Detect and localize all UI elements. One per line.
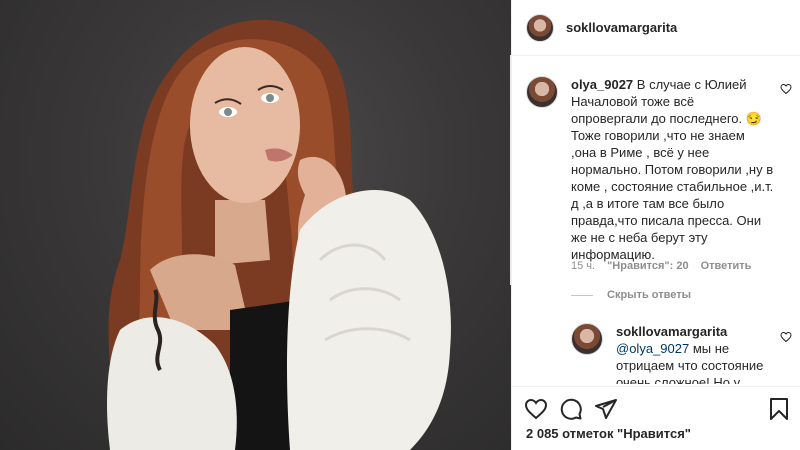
- post-side-panel: sokllovamargarita olya_9027 В случае с Ю…: [511, 0, 800, 450]
- reply-mention[interactable]: @olya_9027: [616, 341, 689, 356]
- comment-icon[interactable]: [559, 397, 583, 421]
- hide-replies-button[interactable]: Скрыть ответы: [571, 289, 691, 301]
- comment-line: В случае с Юлией: [636, 77, 747, 92]
- action-bar: [512, 386, 800, 426]
- comment-time[interactable]: 15 ч.: [571, 260, 595, 272]
- post-header: sokllovamargarita: [512, 0, 800, 56]
- bookmark-icon[interactable]: [767, 397, 791, 421]
- commenter-avatar[interactable]: [526, 76, 558, 108]
- author-username[interactable]: sokllovamargarita: [566, 20, 677, 35]
- comment-line: коме , состояние стабильное ,и.т.: [571, 179, 774, 194]
- likes-count[interactable]: 2 085 отметок "Нравится": [526, 426, 691, 441]
- comment-line: опровергали до последнего. 😏: [571, 111, 762, 126]
- comments-list: olya_9027 В случае с Юлией Началовой тож…: [512, 57, 800, 384]
- share-icon[interactable]: [594, 397, 618, 421]
- comment-item: olya_9027 В случае с Юлией Началовой тож…: [526, 76, 791, 263]
- reply-line: очень сложное! Но у: [616, 375, 741, 384]
- comment-line: д ,а в итоге там все было: [571, 196, 725, 211]
- hide-replies-label: Скрыть ответы: [607, 289, 691, 301]
- comment-line: нормально. Потом говорили ,ну в: [571, 162, 774, 177]
- heart-icon[interactable]: [524, 397, 548, 421]
- reply-author-username[interactable]: sokllovamargarita: [616, 324, 727, 339]
- reply-line: мы не: [689, 341, 730, 356]
- comment-line: ,она в Риме , всё у нее: [571, 145, 710, 160]
- comment-likes[interactable]: "Нравится": 20: [607, 260, 688, 272]
- author-avatar[interactable]: [526, 13, 554, 42]
- reply-like-icon[interactable]: [780, 331, 792, 343]
- commenter-username[interactable]: olya_9027: [571, 77, 637, 92]
- reply-text: sokllovamargarita @olya_9027 мы не отриц…: [616, 323, 781, 384]
- comment-line: же не с неба берут эту: [571, 230, 708, 245]
- comment-like-icon[interactable]: [780, 83, 792, 95]
- comment-line: Началовой тоже всё: [571, 94, 695, 109]
- portrait-illustration: [107, 19, 451, 450]
- reply-button[interactable]: Ответить: [701, 260, 752, 272]
- post-photo[interactable]: [0, 0, 511, 450]
- comment-text: olya_9027 В случае с Юлией Началовой тож…: [571, 76, 791, 263]
- comment-line: Тоже говорили ,что не знаем: [571, 128, 745, 143]
- reply-author-avatar[interactable]: [571, 323, 603, 355]
- reply-line: отрицаем что состояние: [616, 358, 764, 373]
- comment-line: правда,что писала пресса. Они: [571, 213, 762, 228]
- comment-meta: 15 ч. "Нравится": 20 Ответить: [571, 260, 751, 272]
- reply-item: sokllovamargarita @olya_9027 мы не отриц…: [571, 323, 781, 384]
- divider-line: [571, 294, 593, 296]
